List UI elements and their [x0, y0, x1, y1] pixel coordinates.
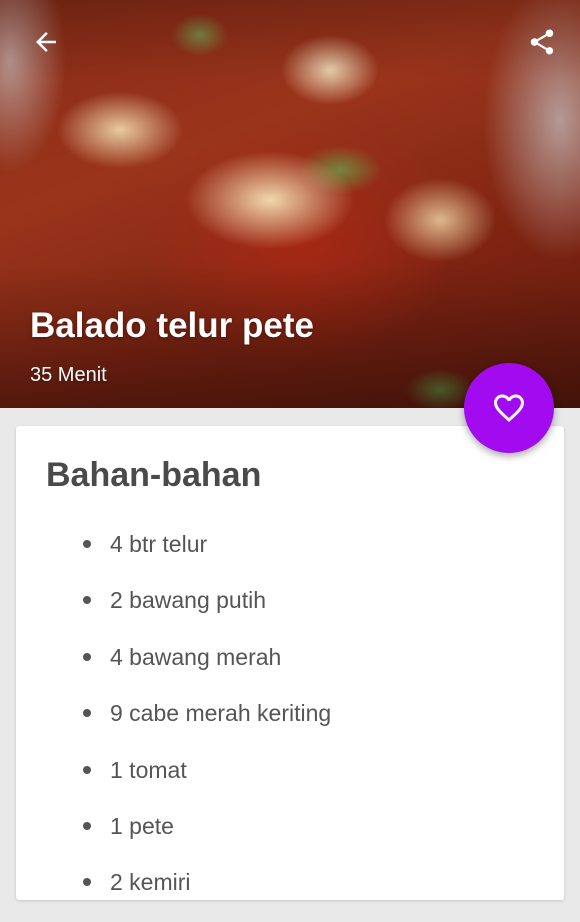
ingredient-text: 1 pete: [110, 812, 174, 839]
share-button[interactable]: [522, 22, 562, 62]
recipe-title: Balado telur pete: [30, 306, 314, 345]
list-item: 9 cabe merah keriting: [16, 696, 564, 752]
share-icon: [530, 29, 554, 55]
list-item: 4 btr telur: [16, 527, 564, 583]
ingredient-text: 1 tomat: [110, 756, 187, 783]
ingredient-text: 4 bawang merah: [110, 643, 282, 670]
favorite-button[interactable]: [464, 363, 554, 453]
bullet-icon: [83, 821, 91, 830]
recipe-duration: 35 Menit: [30, 364, 107, 386]
heart-outline-icon: [494, 394, 524, 423]
list-item: 1 pete: [16, 809, 564, 865]
ingredient-text: 2 kemiri: [110, 869, 191, 896]
back-button[interactable]: [26, 22, 66, 62]
bullet-icon: [83, 878, 91, 887]
list-item: 2 bawang putih: [16, 583, 564, 639]
ingredients-heading: Bahan-bahan: [46, 456, 262, 494]
list-item: 2 kemiri: [16, 865, 564, 921]
ingredients-list: 4 btr telur 2 bawang putih 4 bawang mera…: [16, 527, 564, 922]
arrow-back-icon: [36, 32, 56, 52]
bullet-icon: [83, 540, 91, 548]
ingredient-text: 9 cabe merah keriting: [110, 700, 332, 727]
ingredient-text: 2 bawang putih: [110, 587, 267, 614]
ingredients-card: Bahan-bahan 4 btr telur 2 bawang putih 4…: [16, 426, 564, 900]
bullet-icon: [83, 596, 91, 605]
bullet-icon: [83, 709, 91, 718]
ingredient-text: 4 btr telur: [110, 531, 208, 557]
bullet-icon: [83, 652, 91, 661]
list-item: 4 bawang merah: [16, 640, 564, 696]
bullet-icon: [83, 765, 91, 774]
list-item: 1 tomat: [16, 753, 564, 809]
recipe-hero-image: [0, 0, 580, 408]
